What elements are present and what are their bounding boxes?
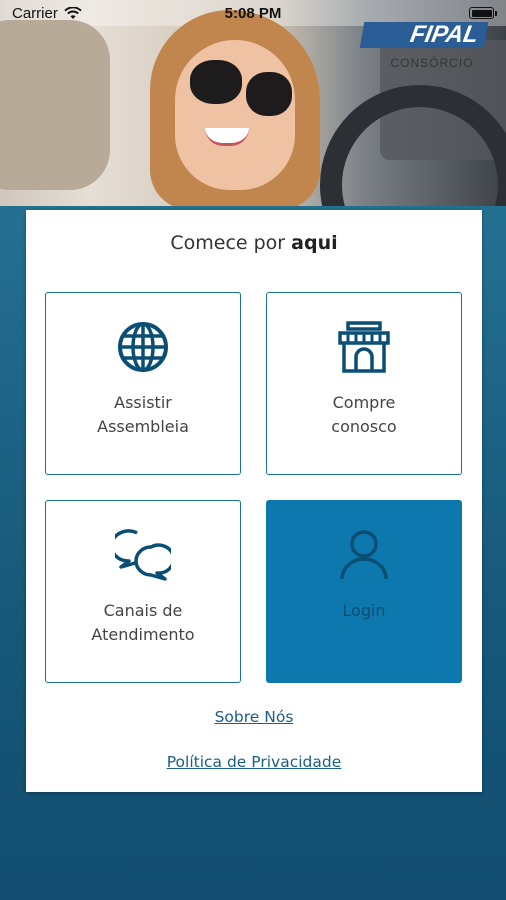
- card-title: Comece por aqui: [170, 232, 338, 254]
- login-button[interactable]: Login: [266, 500, 462, 683]
- tile-buy-with-us[interactable]: Compre conosco: [266, 292, 462, 475]
- user-icon: [340, 530, 388, 580]
- privacy-policy-link[interactable]: Política de Privacidade: [26, 753, 482, 771]
- tile-service-channels[interactable]: Canais de Atendimento: [45, 500, 241, 683]
- brand-logo: FIPAL CONSÓRCIO: [359, 21, 492, 76]
- chat-bubbles-icon: [115, 529, 171, 581]
- status-bar: Carrier 5:08 PM: [0, 0, 506, 26]
- wifi-icon: [64, 6, 82, 19]
- globe-icon: [118, 322, 168, 372]
- store-icon: [338, 321, 390, 373]
- tile-label: Canais de Atendimento: [91, 601, 195, 644]
- tile-watch-assembly[interactable]: Assistir Assembleia: [45, 292, 241, 475]
- carrier-label: Carrier: [12, 4, 58, 22]
- tile-label: Assistir Assembleia: [97, 393, 189, 436]
- login-label: Login: [342, 601, 386, 620]
- logo-subtitle: CONSÓRCIO: [390, 56, 474, 70]
- about-us-link[interactable]: Sobre Nós: [26, 708, 482, 726]
- tile-label: Compre conosco: [331, 393, 397, 436]
- battery-icon: [469, 7, 497, 19]
- start-card: Comece por aqui Assistir Assembleia Comp…: [26, 210, 482, 792]
